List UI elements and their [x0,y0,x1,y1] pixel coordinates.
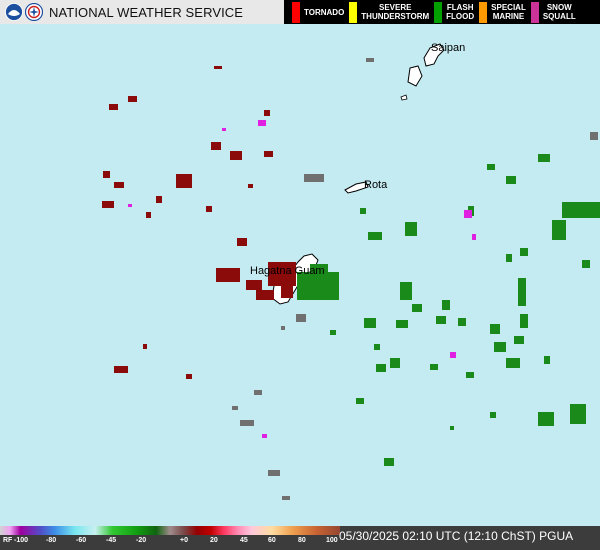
scale-prefix: RF [3,537,13,544]
place-label-rota: Rota [364,179,388,191]
tinian-island [407,65,423,87]
radar-timestamp: 05/30/2025 02:10 UTC (12:10 ChST) PGUA [339,529,574,543]
scale-tick: 100 [326,537,338,544]
noaa-logo-icon [5,3,23,21]
legend-snow-squall: SNOW SQUALL [530,0,576,24]
legend-severe-thunderstorm: SEVERE THUNDERSTORM [349,0,429,24]
legend-label-special-marine: SPECIAL MARINE [491,3,526,21]
legend-swatch-snow-squall [530,1,539,23]
nws-brand: NATIONAL WEATHER SERVICE [0,0,284,24]
place-label-saipan: Saipan [431,42,466,54]
legend-swatch-tornado [292,1,300,23]
place-label-hagatna-guam: Hagatna Guam [250,265,325,277]
scale-tick: -100 [14,537,29,544]
reflectivity-scale: RF -100 -80 -60 -45 -20 +0 20 45 60 80 1… [0,526,340,550]
legend-flash-flood: FLASH FLOOD [434,0,474,24]
warning-legend: TORNADO SEVERE THUNDERSTORM FLASH FLOOD … [292,0,581,24]
scale-tick: -60 [76,537,87,544]
scale-tick: 20 [210,537,218,544]
legend-tornado: TORNADO [292,0,344,24]
scale-tick: -20 [136,537,147,544]
nws-title: NATIONAL WEATHER SERVICE [49,4,244,20]
header-bar: NATIONAL WEATHER SERVICE TORNADO SEVERE … [0,0,600,24]
legend-swatch-severe-thunderstorm [349,1,358,23]
radar-map[interactable]: Saipan Rota Hagatna Guam [0,24,600,526]
scale-tick: 80 [298,537,306,544]
reflectivity-scale-labels: RF -100 -80 -60 -45 -20 +0 20 45 60 80 1… [0,536,340,550]
scale-tick: -80 [46,537,57,544]
legend-swatch-special-marine [479,1,488,23]
legend-swatch-flash-flood [434,1,443,23]
radar-echoes-green [297,154,600,466]
scale-tick: +0 [180,537,188,544]
scale-tick: -45 [106,537,117,544]
nws-logo-icon [25,3,43,21]
aguijan-island [400,94,408,101]
legend-label-snow-squall: SNOW SQUALL [542,3,576,21]
legend-label-severe-thunderstorm: SEVERE THUNDERSTORM [361,3,430,21]
radar-echoes-heavy [102,66,296,379]
scale-tick: 45 [240,537,248,544]
legend-label-tornado: TORNADO [304,7,345,17]
legend-label-flash-flood: FLASH FLOOD [446,3,475,21]
scale-tick: 60 [268,537,276,544]
reflectivity-scale-bar [0,526,340,535]
legend-special-marine: SPECIAL MARINE [479,0,526,24]
